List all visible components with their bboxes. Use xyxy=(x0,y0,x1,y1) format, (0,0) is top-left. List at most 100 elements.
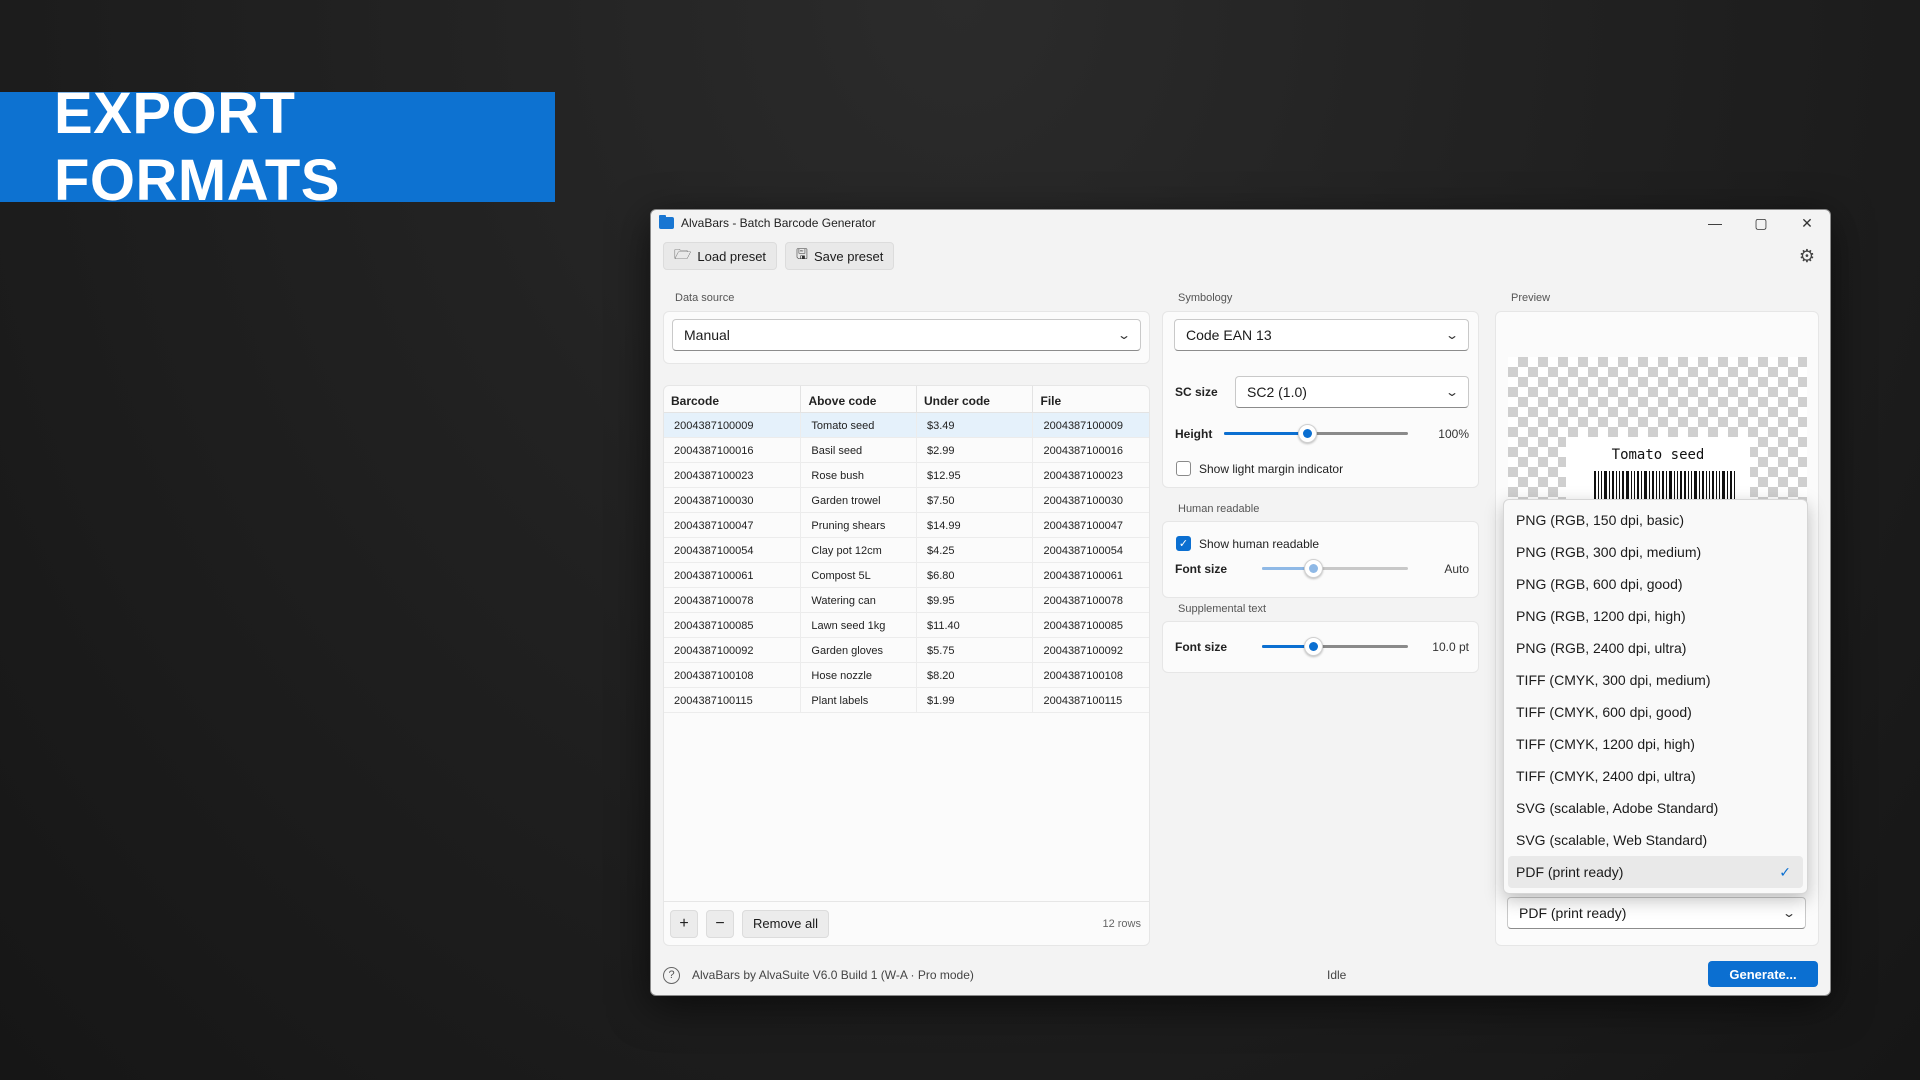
format-option[interactable]: SVG (scalable, Adobe Standard) xyxy=(1508,792,1803,824)
slider-thumb[interactable] xyxy=(1304,637,1324,656)
table-row[interactable]: 2004387100108 Hose nozzle $8.20 20043871001… xyxy=(664,663,1149,688)
cell-barcode: 2004387100061 xyxy=(664,563,802,587)
sc-size-select[interactable]: SC2 (1.0) ⌄ xyxy=(1235,376,1469,408)
height-slider[interactable] xyxy=(1224,423,1408,443)
supp-font-size-slider[interactable] xyxy=(1262,636,1408,656)
cell-above-code: Tomato seed xyxy=(801,413,917,437)
format-option[interactable]: SVG (scalable, Web Standard) xyxy=(1508,824,1803,856)
checkmark-icon: ✓ xyxy=(1779,863,1791,880)
format-option[interactable]: TIFF (CMYK, 600 dpi, good) xyxy=(1508,696,1803,728)
preview-label: Preview xyxy=(1511,292,1551,304)
table-row[interactable]: 2004387100078 Watering can $9.95 2004387100… xyxy=(664,588,1149,613)
save-preset-button[interactable]: 🖫 Save preset xyxy=(785,242,895,270)
add-row-button[interactable]: + xyxy=(670,909,698,938)
table-row[interactable]: 2004387100023 Rose bush $12.95 200438710002… xyxy=(664,463,1149,488)
format-option[interactable]: PNG (RGB, 2400 dpi, ultra) xyxy=(1508,632,1803,664)
table-row[interactable]: 2004387100016 Basil seed $2.99 200438710001… xyxy=(664,438,1149,463)
status-bar: ? AlvaBars by AlvaSuite V6.0 Build 1 (W-… xyxy=(651,955,1830,995)
export-format-select[interactable]: PDF (print ready) ⌄ xyxy=(1507,897,1806,929)
cell-file: 2004387100047 xyxy=(1043,520,1123,532)
remove-all-button[interactable]: Remove all xyxy=(742,909,830,938)
save-preset-label: Save preset xyxy=(813,248,884,264)
format-option-selected[interactable]: PDF (print ready) ✓ xyxy=(1508,856,1803,888)
column-header-under-code[interactable]: Under code xyxy=(917,386,1034,412)
format-option[interactable]: PNG (RGB, 300 dpi, medium) xyxy=(1508,536,1803,568)
cell-barcode: 2004387100030 xyxy=(664,488,802,512)
cell-above-code: Pruning shears xyxy=(801,513,917,537)
cell-above-code: Rose bush xyxy=(801,463,917,487)
cell-barcode: 2004387100092 xyxy=(664,638,802,662)
status-state: Idle xyxy=(1327,968,1347,982)
cell-under-code: $2.99 xyxy=(917,438,1034,462)
cell-under-code: $4.25 xyxy=(917,538,1034,562)
remove-row-button[interactable]: − xyxy=(706,909,734,938)
generate-button[interactable]: Generate... xyxy=(1708,961,1818,987)
format-option[interactable]: TIFF (CMYK, 300 dpi, medium) xyxy=(1508,664,1803,696)
column-header-barcode[interactable]: Barcode xyxy=(664,386,802,412)
open-folder-icon: 🗁 xyxy=(674,246,692,262)
table-row[interactable]: 2004387100092 Garden gloves $5.75 200438710… xyxy=(664,638,1149,663)
table-header: Barcode Above code Under code File xyxy=(664,386,1149,413)
barcode-preview-text: Tomato seed xyxy=(1611,447,1705,463)
hr-font-size-slider[interactable] xyxy=(1262,558,1408,578)
light-margin-label: Show light margin indicator xyxy=(1199,462,1344,476)
cell-under-code: $8.20 xyxy=(917,663,1034,687)
format-option[interactable]: TIFF (CMYK, 2400 dpi, ultra) xyxy=(1508,760,1803,792)
data-source-select[interactable]: Manual ⌄ xyxy=(672,319,1141,351)
hr-font-size-value: Auto xyxy=(1444,562,1469,576)
load-preset-button[interactable]: 🗁 Load preset xyxy=(663,242,778,270)
table-row[interactable]: 2004387100047 Pruning shears $14.99 2004387… xyxy=(664,513,1149,538)
table-row[interactable]: 2004387100115 Plant labels $1.99 2004387100… xyxy=(664,688,1149,713)
cell-under-code: $3.49 xyxy=(917,413,1034,437)
table-row[interactable]: 2004387100030 Garden trowel $7.50 200438710… xyxy=(664,488,1149,513)
title-bar: AlvaBars - Batch Barcode Generator — ▢ ✕ xyxy=(651,210,1830,236)
help-icon[interactable]: ? xyxy=(663,966,680,984)
cell-barcode: 2004387100085 xyxy=(664,613,802,637)
height-value: 100% xyxy=(1438,427,1469,441)
cell-under-code: $7.50 xyxy=(917,488,1034,512)
symbology-value: Code EAN 13 xyxy=(1186,327,1272,343)
hr-font-size-label: Font size xyxy=(1175,562,1228,576)
show-human-readable-checkbox[interactable]: ✓ xyxy=(1176,536,1191,551)
table-row[interactable]: 2004387100009 Tomato seed $3.49 20043871000… xyxy=(664,413,1149,438)
minimize-button[interactable]: — xyxy=(1692,210,1738,236)
cell-barcode: 2004387100009 xyxy=(664,413,802,437)
cell-above-code: Garden gloves xyxy=(801,638,917,662)
symbology-select[interactable]: Code EAN 13 ⌄ xyxy=(1174,319,1469,351)
close-button[interactable]: ✕ xyxy=(1784,210,1830,236)
cell-file: 2004387100078 xyxy=(1043,595,1123,607)
format-option[interactable]: PNG (RGB, 1200 dpi, high) xyxy=(1508,600,1803,632)
cell-under-code: $5.75 xyxy=(917,638,1034,662)
save-icon: 🖫 xyxy=(796,246,808,262)
format-option[interactable]: PNG (RGB, 600 dpi, good) xyxy=(1508,568,1803,600)
data-source-value: Manual xyxy=(684,327,730,343)
toolbar: 🗁 Load preset 🖫 Save preset ⚙ xyxy=(651,236,1830,276)
cell-file: 2004387100085 xyxy=(1043,620,1123,632)
format-option[interactable]: TIFF (CMYK, 1200 dpi, high) xyxy=(1508,728,1803,760)
banner-title: EXPORT FORMATS xyxy=(54,81,340,213)
light-margin-checkbox[interactable] xyxy=(1176,461,1191,476)
slider-thumb[interactable] xyxy=(1297,424,1317,443)
maximize-button[interactable]: ▢ xyxy=(1738,210,1784,236)
column-header-file[interactable]: File xyxy=(1033,386,1149,412)
cell-under-code: $12.95 xyxy=(917,463,1034,487)
window-title: AlvaBars - Batch Barcode Generator xyxy=(681,216,876,230)
cell-above-code: Clay pot 12cm xyxy=(801,538,917,562)
cell-file: 2004387100092 xyxy=(1043,645,1123,657)
format-option[interactable]: PNG (RGB, 150 dpi, basic) xyxy=(1508,504,1803,536)
cell-above-code: Garden trowel xyxy=(801,488,917,512)
human-readable-label: Human readable xyxy=(1178,503,1260,515)
chevron-down-icon: ⌄ xyxy=(1116,328,1132,342)
column-header-above-code[interactable]: Above code xyxy=(801,386,917,412)
chevron-down-icon: ⌄ xyxy=(1781,906,1797,920)
table-row[interactable]: 2004387100054 Clay pot 12cm $4.25 200438710… xyxy=(664,538,1149,563)
cell-file: 2004387100016 xyxy=(1043,445,1123,457)
cell-file: 2004387100009 xyxy=(1043,420,1123,432)
gear-icon[interactable]: ⚙ xyxy=(1796,245,1818,267)
cell-under-code: $11.40 xyxy=(917,613,1034,637)
slider-thumb[interactable] xyxy=(1304,559,1324,578)
symbology-label: Symbology xyxy=(1178,292,1233,304)
table-row[interactable]: 2004387100085 Lawn seed 1kg $11.40 20043871… xyxy=(664,613,1149,638)
table-row[interactable]: 2004387100061 Compost 5L $6.80 200438710006… xyxy=(664,563,1149,588)
cell-barcode: 2004387100054 xyxy=(664,538,802,562)
